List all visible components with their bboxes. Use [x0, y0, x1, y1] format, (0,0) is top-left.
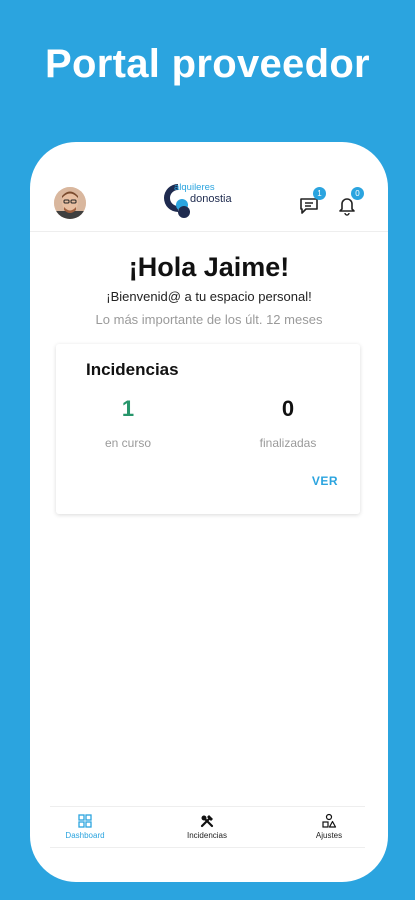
settings-shapes-icon	[322, 813, 337, 828]
card-title: Incidencias	[86, 360, 179, 379]
logo-line2: donostia	[190, 193, 232, 205]
finished-count: 0	[281, 396, 295, 421]
notifications-badge: 0	[351, 187, 364, 200]
nav-item-dashboard[interactable]: Dashboard	[50, 813, 120, 840]
avatar-photo	[54, 187, 86, 219]
bottom-nav: Dashboard Incidencias Ajustes	[50, 806, 365, 848]
phone-screen: alquileres donostia 1 0 ¡Hola Jaime! ¡Bi…	[30, 142, 388, 882]
greeting-title: ¡Hola Jaime!	[128, 252, 290, 282]
welcome-text: ¡Bienvenid@ a tu espacio personal!	[106, 289, 312, 304]
messages-badge: 1	[313, 187, 326, 200]
finished-label: finalizadas	[259, 436, 317, 450]
ver-link[interactable]: VER	[312, 474, 338, 488]
brand-logo: alquileres donostia	[160, 178, 250, 222]
nav-label-ajustes: Ajustes	[315, 831, 343, 840]
in-progress-label: en curso	[104, 436, 152, 450]
dashboard-grid-icon	[78, 814, 92, 828]
logo-line1: alquileres	[174, 182, 215, 193]
in-progress-count: 1	[121, 396, 135, 421]
app-header: alquileres donostia 1 0	[30, 142, 388, 232]
promo-title: Portal proveedor	[45, 42, 370, 86]
nav-label-incidencias: Incidencias	[186, 831, 228, 840]
incidencias-card: Incidencias 1 en curso 0 finalizadas VER	[56, 344, 360, 514]
stat-in-progress: 1 en curso	[68, 396, 188, 450]
notifications-button[interactable]: 0	[336, 187, 364, 216]
nav-item-ajustes[interactable]: Ajustes	[294, 813, 364, 840]
nav-item-incidencias[interactable]: Incidencias	[172, 813, 242, 840]
messages-button[interactable]: 1	[298, 187, 326, 216]
nav-label-dashboard: Dashboard	[65, 831, 105, 840]
avatar[interactable]	[54, 187, 86, 219]
stat-finished: 0 finalizadas	[228, 396, 348, 450]
tools-icon	[200, 815, 214, 828]
period-text: Lo más importante de los últ. 12 meses	[95, 312, 323, 327]
